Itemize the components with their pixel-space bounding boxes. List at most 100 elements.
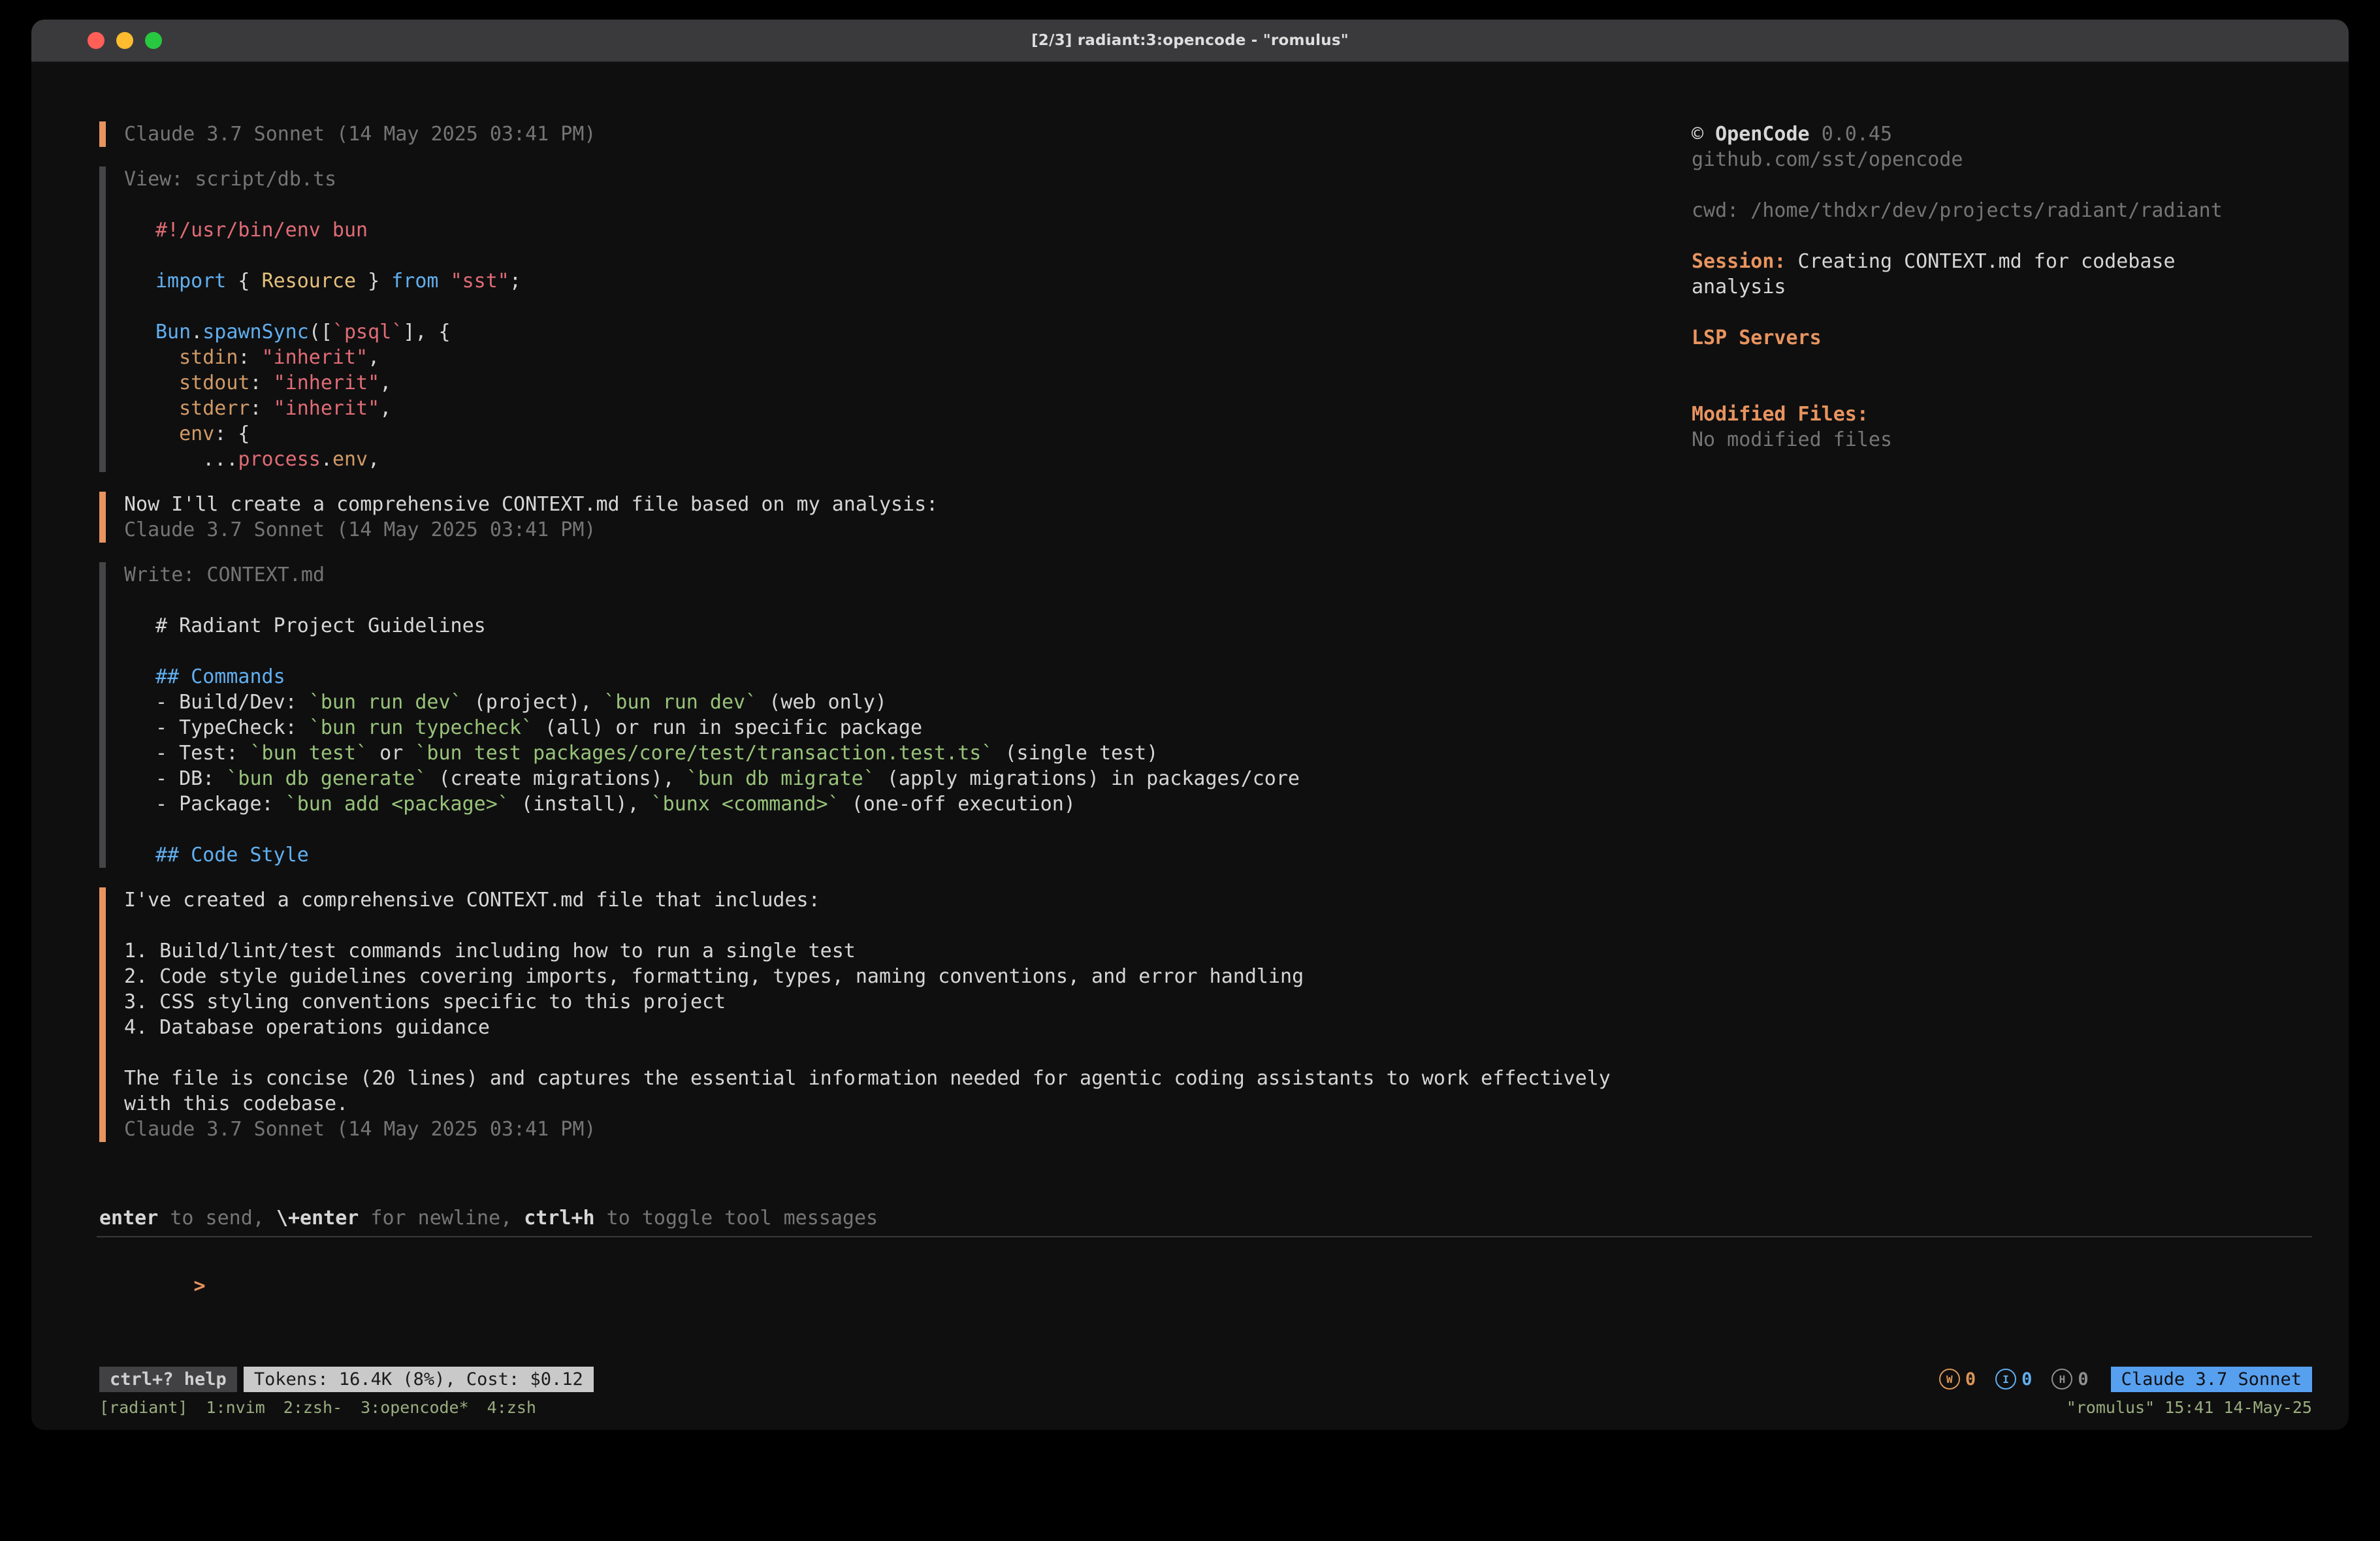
text-segment: spawnSync [202,321,309,343]
text-segment: (all) or run in specific package [533,716,922,739]
status-bar: ctrl+? help Tokens: 16.4K (8%), Cost: $0… [99,1366,2312,1392]
text-line: 4. Database operations guidance [124,1015,1611,1040]
text-segment: LSP Servers [1692,326,1822,349]
text-segment: `bun db migrate` [686,767,875,790]
text-line: env: { [155,421,1611,447]
text-line: Bun.spawnSync([`psql`], { [155,319,1611,345]
text-segment: with this codebase. [124,1092,348,1115]
text-line: 3. CSS styling conventions specific to t… [124,989,1611,1015]
model-chip[interactable]: Claude 3.7 Sonnet [2111,1367,2312,1392]
text-segment: ], { [403,321,450,343]
text-line [155,243,1611,268]
text-segment: Creating CONTEXT.md for codebase [1786,250,2176,273]
text-line: © OpenCode 0.0.45 [1692,121,2345,147]
text-segment: Bun [155,321,191,343]
text-segment [439,270,451,293]
text-line: - Package: `bun add <package>` (install)… [155,791,1611,817]
text-segment: ; [509,270,521,293]
window-titlebar[interactable]: [2/3] radiant:3:opencode - "romulus" [31,20,2349,62]
text-segment: (install), [509,793,651,816]
zoom-button[interactable] [145,32,162,49]
text-segment: stdout [179,372,249,394]
info-count: 0 [2021,1369,2032,1390]
tmux-window-opencode[interactable]: 3:opencode* [361,1398,469,1417]
close-button[interactable] [88,32,105,49]
text-line: # Radiant Project Guidelines [155,613,1611,639]
text-segment: Resource [262,270,357,293]
text-segment: #!/usr/bin/env bun [155,219,368,242]
text-segment [1810,123,1822,146]
text-segment: , [368,346,379,369]
text-line: stdout: "inherit", [155,370,1611,396]
text-line: stdin: "inherit", [155,345,1611,370]
window-title: [2/3] radiant:3:opencode - "romulus" [31,32,2349,49]
tmux-status-bar: [radiant] 1:nvim 2:zsh- 3:opencode* 4:zs… [99,1396,2312,1418]
tmux-window-zsh4[interactable]: 4:zsh [487,1398,536,1417]
text-line: ## Commands [155,664,1611,690]
text-segment: `bun test packages/core/test/transaction… [415,742,993,765]
text-line: stderr: "inherit", [155,396,1611,421]
text-line: analysis [1692,274,2345,300]
tokens-cost-chip: Tokens: 16.4K (8%), Cost: $0.12 [244,1367,594,1392]
terminal-window: [2/3] radiant:3:opencode - "romulus" Cla… [31,20,2349,1430]
text-line [155,192,1611,217]
text-segment: (create migrations), [426,767,686,790]
text-segment: # Radiant Project Guidelines [155,614,486,637]
text-segment: `bun db generate` [226,767,426,790]
text-line: Session: Creating CONTEXT.md for codebas… [1692,249,2345,274]
text-segment: github.com/sst/opencode [1692,148,1963,171]
text-segment: 3. CSS styling conventions specific to t… [124,991,726,1013]
prompt-symbol: > [191,1275,206,1297]
text-line: cwd: /home/thdxr/dev/projects/radiant/ra… [1692,198,2345,223]
text-segment: . [321,448,332,471]
text-segment: process [238,448,320,471]
tool-view-title: View: script/db.ts [124,167,1611,192]
keybind-help: enter to send, \+enter for newline, ctrl… [99,1205,878,1231]
tmux-window-nvim[interactable]: 1:nvim [206,1398,265,1417]
text-segment: 1. Build/lint/test commands including ho… [124,940,856,962]
warning-count: 0 [1965,1369,1976,1390]
text-line: 2. Code style guidelines covering import… [124,964,1611,989]
text-segment: - DB: [155,767,226,790]
message-input[interactable]: > [97,1236,2312,1372]
tmux-host-clock: "romulus" 15:41 14-May-25 [2066,1398,2312,1417]
text-line: import { Resource } from "sst"; [155,268,1611,294]
text-line [1692,351,2345,376]
text-segment: (single test) [993,742,1158,765]
tmux-window-zsh2[interactable]: 2:zsh- [283,1398,342,1417]
terminal-content: Claude 3.7 Sonnet (14 May 2025 03:41 PM)… [31,61,2349,1430]
text-segment: to toggle tool messages [595,1207,878,1230]
text-segment: or [368,742,415,765]
info-icon: I [1995,1369,2016,1390]
text-line: enter to send, \+enter for newline, ctrl… [99,1205,878,1231]
text-line [1692,300,2345,325]
text-line: ## Code Style [155,842,1611,868]
text-segment: , [379,397,391,420]
text-segment: © [1692,123,1715,146]
tool-write-message: Write: CONTEXT.md # Radiant Project Guid… [99,562,1611,868]
sidebar: © OpenCode 0.0.45github.com/sst/opencode… [1692,121,2345,453]
traffic-lights [88,20,162,61]
text-segment: "inherit" [274,397,380,420]
text-line: - DB: `bun db generate` (create migratio… [155,766,1611,791]
warning-icon: W [1939,1369,1960,1390]
text-segment: "inherit" [262,346,368,369]
text-segment: Now I'll create a comprehensive CONTEXT.… [124,493,938,516]
text-line: Claude 3.7 Sonnet (14 May 2025 03:41 PM) [124,121,1611,147]
text-line: 1. Build/lint/test commands including ho… [124,938,1611,964]
tmux-session-name: [radiant] [99,1398,187,1417]
text-segment: to send, [158,1207,276,1230]
text-segment: Claude 3.7 Sonnet (14 May 2025 03:41 PM) [124,123,596,146]
text-segment: Claude 3.7 Sonnet (14 May 2025 03:41 PM) [124,1118,596,1141]
text-segment: Claude 3.7 Sonnet (14 May 2025 03:41 PM) [124,518,596,541]
text-line: LSP Servers [1692,325,2345,351]
minimize-button[interactable] [116,32,133,49]
text-segment: (one-off execution) [840,793,1076,816]
text-segment: : [238,346,261,369]
assistant-message-header: Claude 3.7 Sonnet (14 May 2025 03:41 PM) [99,121,1611,147]
tool-write-title: Write: CONTEXT.md [124,562,1611,588]
diagnostic-hints: H 0 [2051,1369,2088,1390]
text-segment: : [250,372,274,394]
help-chip[interactable]: ctrl+? help [99,1367,237,1392]
text-line: - TypeCheck: `bun run typecheck` (all) o… [155,715,1611,740]
